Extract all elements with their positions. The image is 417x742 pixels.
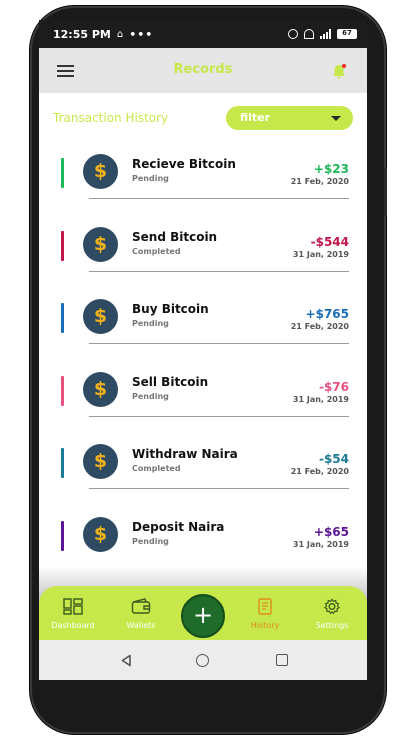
settings-gear-icon (324, 598, 340, 615)
add-transaction-button[interactable]: + (181, 594, 225, 638)
transaction-name: Buy Bitcoin (132, 302, 209, 317)
transaction-name: Deposit Naira (132, 519, 225, 534)
accent-bar (61, 520, 64, 551)
transaction-status: Pending (132, 536, 169, 546)
phone-volume-button (384, 168, 387, 216)
accent-bar (61, 448, 64, 479)
transaction-name: Recieve Bitcoin (132, 157, 236, 171)
divider (89, 198, 349, 199)
transaction-status: Completed (132, 246, 181, 256)
accent-bar (61, 158, 64, 188)
dollar-coin-icon: $ (83, 299, 118, 335)
accent-bar (61, 230, 64, 261)
transaction-amount: +$65 (313, 524, 349, 539)
transaction-amount: -$76 (318, 379, 349, 394)
dollar-coin-icon: $ (83, 226, 118, 262)
transaction-row[interactable]: $ Buy Bitcoin Pending +$765 21 Feb, 2020 (39, 293, 367, 366)
filter-label: filter (240, 111, 271, 124)
divider (89, 415, 349, 417)
transaction-status: Pending (132, 319, 169, 329)
transaction-amount: +$765 (305, 307, 349, 322)
transaction-status: Pending (132, 391, 169, 401)
system-nav-bar (39, 640, 367, 680)
transaction-date: 31 Jan, 2019 (292, 539, 349, 549)
alarm-icon (288, 29, 298, 39)
nav-label: Settings (315, 621, 349, 630)
transaction-date: 21 Feb, 2020 (290, 467, 349, 477)
transaction-date: 31 Jan, 2019 (292, 394, 349, 404)
dollar-coin-icon: $ (83, 516, 118, 552)
status-bar: 12:55 PM ⌂ ••• 67 (39, 20, 367, 48)
filter-dropdown[interactable]: filter (226, 106, 353, 130)
transaction-amount: -$54 (318, 452, 349, 467)
transaction-row[interactable]: $ Withdraw Naira Completed -$54 21 Feb, … (39, 438, 367, 511)
transaction-name: Sell Bitcoin (132, 374, 209, 389)
transaction-row[interactable]: $ Sell Bitcoin Pending -$76 31 Jan, 2019 (39, 366, 367, 439)
status-icons: 67 (288, 29, 357, 39)
nav-label: Dashboard (51, 621, 95, 630)
transaction-amount: +$23 (313, 162, 349, 176)
wifi-icon (304, 29, 314, 39)
chevron-down-icon (331, 116, 341, 121)
nav-label: History (250, 621, 280, 630)
transaction-status: Pending (132, 174, 169, 183)
status-time: 12:55 PM (53, 27, 111, 41)
transaction-date: 21 Feb, 2020 (290, 322, 349, 332)
back-icon[interactable] (120, 654, 133, 667)
dollar-coin-icon: $ (83, 371, 118, 407)
page-title: Records (173, 62, 233, 77)
nav-label: Wallets (126, 621, 156, 630)
battery-icon: 67 (337, 29, 357, 39)
transaction-list: $ Recieve Bitcoin Pending +$23 21 Feb, 2… (39, 148, 367, 584)
recent-apps-icon[interactable] (276, 654, 288, 666)
nav-history[interactable]: History (235, 598, 295, 630)
signal-icon (320, 29, 331, 39)
transaction-row[interactable]: $ Recieve Bitcoin Pending +$23 21 Feb, 2… (39, 148, 367, 221)
dashboard-icon (63, 598, 83, 615)
accent-bar (61, 375, 64, 406)
wallet-icon (131, 598, 151, 614)
app-bar: Records (39, 48, 367, 93)
nav-dashboard[interactable]: Dashboard (43, 598, 103, 630)
transaction-row[interactable]: $ Send Bitcoin Completed -$544 31 Jan, 2… (39, 221, 367, 294)
transaction-date: 21 Feb, 2020 (290, 177, 349, 186)
divider (89, 488, 349, 490)
transaction-status: Completed (132, 464, 181, 474)
transaction-amount: -$544 (310, 234, 349, 249)
dollar-coin-icon: $ (83, 444, 118, 480)
transaction-name: Send Bitcoin (132, 229, 218, 244)
transaction-history-title: Transaction History (53, 111, 169, 125)
divider (89, 270, 349, 272)
dollar-coin-icon: $ (83, 154, 118, 189)
divider (89, 343, 349, 345)
notification-icon: ⌂ (116, 28, 124, 40)
history-icon (258, 598, 272, 615)
transaction-date: 31 Jan, 2019 (292, 249, 349, 259)
accent-bar (61, 303, 64, 334)
home-icon[interactable] (196, 654, 209, 667)
status-dots: ••• (129, 27, 154, 41)
transaction-name: Withdraw Naira (132, 447, 238, 462)
nav-wallets[interactable]: Wallets (111, 598, 171, 630)
app-screen: 12:55 PM ⌂ ••• 67 Records Transaction Hi… (39, 20, 367, 680)
bell-icon[interactable] (331, 63, 347, 80)
nav-settings[interactable]: Settings (302, 598, 362, 630)
